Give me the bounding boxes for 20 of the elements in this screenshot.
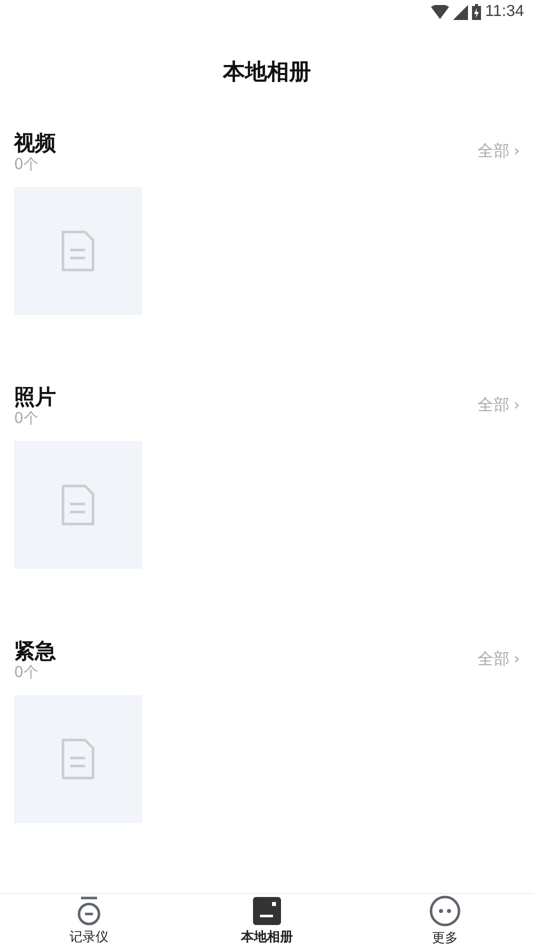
page-title: 本地相册 (223, 59, 311, 87)
nav-tab[interactable]: 更多 (356, 894, 534, 950)
clock-time: 11:34 (485, 2, 524, 22)
document-icon (61, 484, 95, 526)
timer-icon (76, 896, 102, 926)
document-icon (61, 738, 95, 780)
more-icon (429, 895, 461, 928)
section-title: 视频 (14, 131, 56, 156)
item-count: 0个 (14, 410, 39, 427)
nav-tab[interactable]: 记录仪 (0, 894, 178, 950)
section-title: 紧急 (14, 639, 56, 664)
signal-icon (453, 4, 468, 20)
item-count: 0个 (14, 156, 39, 173)
section-title: 照片 (14, 385, 56, 410)
album-icon (252, 896, 282, 926)
item-count: 0个 (14, 664, 39, 681)
nav-tab[interactable]: 本地相册 (178, 894, 356, 950)
document-icon (61, 230, 95, 272)
battery-icon (472, 4, 482, 20)
wifi-icon (431, 5, 450, 19)
